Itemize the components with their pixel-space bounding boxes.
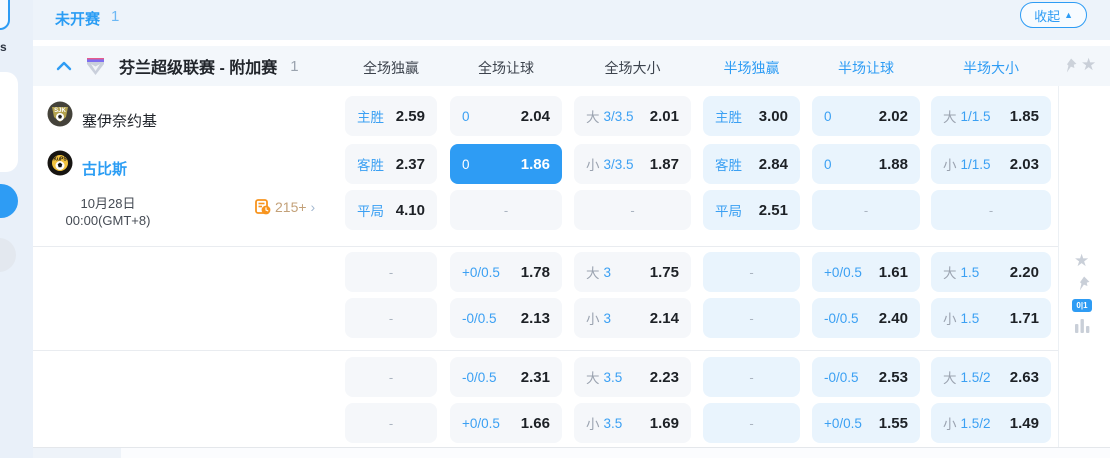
collapse-button[interactable]: 收起 ▲ [1020,2,1087,28]
odds-cell[interactable]: 大 3/3.5 2.01 [574,96,691,136]
match-tracker-icon[interactable]: 0|1 [1072,299,1092,312]
star-icon[interactable]: ★ [1074,252,1089,269]
odds-cell[interactable]: -0/0.5 2.13 [450,298,562,338]
next-section-peek-left [33,448,121,458]
sidebar-partial-panel [0,72,18,172]
odds-cell[interactable]: 大 1.5 2.20 [931,252,1051,292]
odds-cell[interactable]: +0/0.5 1.78 [450,252,562,292]
odds-cell[interactable]: 小 3/3.5 1.87 [574,144,691,184]
star-icon-header[interactable]: ★ [1081,56,1096,73]
collapse-label: 收起 [1034,8,1061,24]
odds-cell[interactable]: 小 1/1.5 2.03 [931,144,1051,184]
match-date: 10月28日 [80,196,136,211]
odds-cell[interactable]: 平局 2.51 [703,190,800,230]
column-header-6[interactable]: 半场大小 [963,58,1019,78]
column-header-4[interactable]: 半场独赢 [724,58,780,78]
sidebar-partial-widget [0,0,10,30]
away-team-name[interactable]: 古比斯 [82,158,127,179]
markets-list-icon [255,199,271,215]
pin-icon-header[interactable] [1062,58,1077,73]
odds-cell-empty: - [345,252,437,292]
odds-cell[interactable]: 0 2.02 [812,96,920,136]
sidebar-gray-button[interactable] [0,238,16,272]
odds-cell[interactable]: 0 2.04 [450,96,562,136]
column-header-5[interactable]: 半场让球 [838,58,894,78]
odds-cell[interactable]: 小 1.5 1.71 [931,298,1051,338]
odds-cell[interactable]: 客胜 2.37 [345,144,437,184]
league-count: 1 [290,57,299,75]
column-header-2[interactable]: 全场让球 [478,58,534,78]
caret-up-icon: ▲ [1064,9,1073,20]
next-section-peek-right [121,448,1110,458]
odds-cell[interactable]: 0 1.86 [450,144,562,184]
odds-cell-empty: - [703,298,800,338]
odds-cell[interactable]: 小 3 2.14 [574,298,691,338]
odds-cell-empty: - [703,252,800,292]
odds-cell-empty: - [931,190,1051,230]
odds-cell[interactable]: -0/0.5 2.31 [450,357,562,397]
more-markets-count: 215+ [275,199,307,215]
away-team-logo: KuPS [47,150,73,176]
odds-cell[interactable]: 大 3 1.75 [574,252,691,292]
column-header-3[interactable]: 全场大小 [605,58,661,78]
odds-cell-empty: - [812,190,920,230]
match-time: 00:00(GMT+8) [65,213,151,228]
odds-cell[interactable]: -0/0.5 2.40 [812,298,920,338]
stats-chart-icon[interactable] [1075,319,1090,333]
odds-cell[interactable]: 主胜 3.00 [703,96,800,136]
chevron-right-icon: › [310,199,316,215]
odds-cell-empty: - [345,403,437,443]
chevron-up-icon[interactable] [56,59,72,73]
odds-cell[interactable]: +0/0.5 1.66 [450,403,562,443]
more-markets-link[interactable]: 215+ › [255,199,315,215]
odds-cell[interactable]: 大 3.5 2.23 [574,357,691,397]
odds-cell[interactable]: 0 1.88 [812,144,920,184]
odds-cell-empty: - [345,357,437,397]
status-label: 未开赛 [55,11,101,28]
left-sidebar-strip: s [0,0,33,458]
section-divider [33,246,1058,247]
section-divider [33,350,1058,351]
odds-cell[interactable]: 主胜 2.59 [345,96,437,136]
odds-cell[interactable]: +0/0.5 1.55 [812,403,920,443]
status-count: 1 [111,8,120,25]
odds-cell-empty: - [703,357,800,397]
odds-cell[interactable]: 小 3.5 1.69 [574,403,691,443]
home-team-logo: SJK [47,101,73,127]
league-title[interactable]: 芬兰超级联赛 - 附加赛 [119,54,277,78]
pin-icon[interactable] [1075,276,1090,291]
odds-cell[interactable]: 大 1.5/2 2.63 [931,357,1051,397]
sidebar-partial-text: s [0,40,7,54]
odds-cell-empty: - [450,190,562,230]
odds-cell-empty: - [703,403,800,443]
home-team-name[interactable]: 塞伊奈约基 [82,110,157,131]
topbar: 未开赛 1 收起 ▲ [33,0,1110,40]
odds-cell[interactable]: +0/0.5 1.61 [812,252,920,292]
odds-cell-empty: - [345,298,437,338]
odds-cell-empty: - [574,190,691,230]
odds-cell[interactable]: 大 1/1.5 1.85 [931,96,1051,136]
odds-cell[interactable]: -0/0.5 2.53 [812,357,920,397]
rail-divider [1058,86,1059,447]
odds-cell[interactable]: 小 1.5/2 1.49 [931,403,1051,443]
match-datetime: 10月28日 00:00(GMT+8) [38,195,178,229]
odds-cell[interactable]: 客胜 2.84 [703,144,800,184]
column-header-1[interactable]: 全场独赢 [363,58,419,78]
odds-cell[interactable]: 平局 4.10 [345,190,437,230]
league-shield-icon [87,57,104,75]
sidebar-blue-button[interactable] [0,184,18,218]
